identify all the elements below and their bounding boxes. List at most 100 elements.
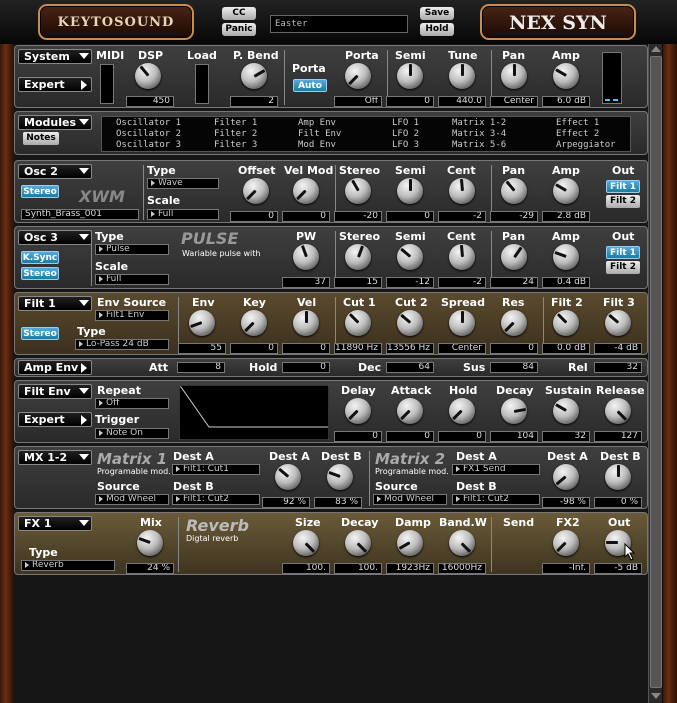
osc3-filt2-button[interactable]: Filt 2 bbox=[606, 261, 640, 274]
module-item[interactable]: Filt Env bbox=[298, 129, 341, 139]
osc3-pan-knob[interactable] bbox=[501, 244, 527, 270]
porta-auto-button[interactable]: Auto bbox=[293, 79, 327, 92]
mx-dropdown[interactable]: MX 1-2 bbox=[18, 450, 92, 465]
ampenv-att-value[interactable]: 8 bbox=[177, 362, 225, 373]
modules-dropdown[interactable]: Modules bbox=[18, 115, 92, 130]
matrix2-desta-select[interactable]: FX1 Send bbox=[452, 464, 540, 475]
filtenv-dropdown[interactable]: Filt Env bbox=[18, 384, 92, 399]
filt1-vel-knob[interactable] bbox=[293, 310, 319, 336]
filt1-envsrc-select[interactable]: Filt1 Env bbox=[95, 310, 169, 321]
filt1-spread-knob[interactable] bbox=[449, 310, 475, 336]
expert-button[interactable]: Expert bbox=[18, 77, 92, 92]
osc3-cent-knob[interactable] bbox=[449, 244, 475, 270]
osc3-amp-knob[interactable] bbox=[553, 244, 579, 270]
filtenv-expert-button[interactable]: Expert bbox=[18, 412, 92, 427]
filtenv-repeat-select[interactable]: Off bbox=[95, 398, 169, 409]
hold-button[interactable]: Hold bbox=[420, 23, 454, 36]
pbend-knob[interactable] bbox=[241, 63, 267, 89]
matrix1-destb-select[interactable]: Filt1: Cut2 bbox=[172, 494, 260, 505]
filt1-key-knob[interactable] bbox=[241, 310, 267, 336]
panic-button[interactable]: Panic bbox=[222, 23, 256, 36]
matrix1-destb-knob[interactable] bbox=[327, 464, 353, 490]
filtenv-hold-knob[interactable] bbox=[449, 398, 475, 424]
matrix2-destb-knob[interactable] bbox=[605, 464, 631, 490]
notes-button[interactable]: Notes bbox=[23, 132, 59, 145]
ampenv-button[interactable]: Amp Env bbox=[18, 360, 92, 375]
module-item[interactable]: Effect 2 bbox=[556, 129, 599, 139]
module-item[interactable]: Mod Env bbox=[298, 140, 336, 150]
osc2-type-select[interactable]: Wave bbox=[147, 178, 219, 189]
filt1-f3-knob[interactable] bbox=[605, 310, 631, 336]
ampenv-rel-value[interactable]: 32 bbox=[594, 362, 642, 373]
osc2-stereo-button[interactable]: Stereo bbox=[21, 185, 59, 198]
pan-knob[interactable] bbox=[501, 63, 527, 89]
module-item[interactable]: Arpeggiator bbox=[556, 140, 616, 150]
fx1-mix-knob[interactable] bbox=[137, 530, 163, 556]
module-item[interactable]: Filter 3 bbox=[214, 140, 257, 150]
module-item[interactable]: Matrix 5-6 bbox=[452, 140, 506, 150]
preset-name-display[interactable]: Easter bbox=[270, 15, 408, 33]
fx1-fx2-knob[interactable] bbox=[553, 530, 579, 556]
osc3-semi-knob[interactable] bbox=[397, 244, 423, 270]
tune-knob[interactable] bbox=[449, 63, 475, 89]
filtenv-release-knob[interactable] bbox=[605, 398, 631, 424]
module-item[interactable]: Matrix 3-4 bbox=[452, 129, 506, 139]
filt1-f2-knob[interactable] bbox=[553, 310, 579, 336]
osc3-dropdown[interactable]: Osc 3 bbox=[18, 230, 92, 245]
ampenv-dec-value[interactable]: 64 bbox=[386, 362, 434, 373]
osc2-offset-knob[interactable] bbox=[243, 178, 269, 204]
filt1-cut1-knob[interactable] bbox=[345, 310, 371, 336]
module-item[interactable]: Matrix 1-2 bbox=[452, 118, 506, 128]
fx1-size-knob[interactable] bbox=[293, 530, 319, 556]
filt1-cut2-knob[interactable] bbox=[397, 310, 423, 336]
filt1-res-knob[interactable] bbox=[501, 310, 527, 336]
system-dropdown[interactable]: System bbox=[18, 49, 92, 64]
matrix1-source-select[interactable]: Mod Wheel bbox=[95, 494, 169, 505]
matrix2-destb-select[interactable]: Filt1: Cut2 bbox=[452, 494, 540, 505]
osc3-filt1-button[interactable]: Filt 1 bbox=[606, 246, 640, 259]
osc2-filt1-button[interactable]: Filt 1 bbox=[606, 180, 640, 193]
scroll-down-icon[interactable] bbox=[651, 693, 661, 699]
osc3-stereo-knob[interactable] bbox=[345, 244, 371, 270]
scroll-up-icon[interactable] bbox=[651, 46, 661, 52]
save-button[interactable]: Save bbox=[420, 7, 454, 20]
matrix2-source-select[interactable]: Mod Wheel bbox=[373, 494, 447, 505]
osc2-pan-knob[interactable] bbox=[501, 178, 527, 204]
amp-knob[interactable] bbox=[553, 63, 579, 89]
osc3-ksync-button[interactable]: K.Sync bbox=[21, 251, 59, 264]
module-item[interactable]: Filter 2 bbox=[214, 129, 257, 139]
osc2-preset[interactable]: Synth_Brass_001 bbox=[21, 209, 139, 220]
filt1-env-knob[interactable] bbox=[189, 310, 215, 336]
filtenv-attack-knob[interactable] bbox=[397, 398, 423, 424]
cc-button[interactable]: CC bbox=[222, 7, 256, 20]
osc2-amp-knob[interactable] bbox=[553, 178, 579, 204]
fx1-type-select[interactable]: Reverb bbox=[21, 560, 115, 571]
module-item[interactable]: Oscillator 3 bbox=[116, 140, 181, 150]
module-item[interactable]: Filter 1 bbox=[214, 118, 257, 128]
dsp-knob[interactable] bbox=[135, 63, 161, 89]
module-item[interactable]: LFO 1 bbox=[392, 118, 419, 128]
osc2-stereo-knob[interactable] bbox=[345, 178, 371, 204]
osc2-semi-knob[interactable] bbox=[397, 178, 423, 204]
filt1-dropdown[interactable]: Filt 1 bbox=[18, 296, 92, 311]
filt1-type-select[interactable]: Lo-Pass 24 dB bbox=[75, 339, 169, 350]
matrix1-desta-knob[interactable] bbox=[275, 464, 301, 490]
osc2-cent-knob[interactable] bbox=[449, 178, 475, 204]
filtenv-trigger-select[interactable]: Note On bbox=[95, 428, 169, 439]
filtenv-sustain-knob[interactable] bbox=[553, 398, 579, 424]
osc2-filt2-button[interactable]: Filt 2 bbox=[606, 195, 640, 208]
module-item[interactable]: Amp Env bbox=[298, 118, 336, 128]
matrix2-desta-knob[interactable] bbox=[553, 464, 579, 490]
ampenv-sus-value[interactable]: 84 bbox=[490, 362, 538, 373]
osc2-velmod-knob[interactable] bbox=[293, 178, 319, 204]
scrollbar-thumb[interactable] bbox=[650, 56, 662, 688]
vertical-scrollbar[interactable] bbox=[648, 44, 662, 703]
porta-knob[interactable] bbox=[345, 63, 371, 89]
osc3-pw-knob[interactable] bbox=[293, 244, 319, 270]
ampenv-hold-value[interactable]: 0 bbox=[282, 362, 330, 373]
osc3-type-select[interactable]: Pulse bbox=[95, 244, 169, 255]
fx1-bandw-knob[interactable] bbox=[449, 530, 475, 556]
module-item[interactable]: Effect 1 bbox=[556, 118, 599, 128]
module-item[interactable]: Oscillator 2 bbox=[116, 129, 181, 139]
module-item[interactable]: LFO 2 bbox=[392, 129, 419, 139]
